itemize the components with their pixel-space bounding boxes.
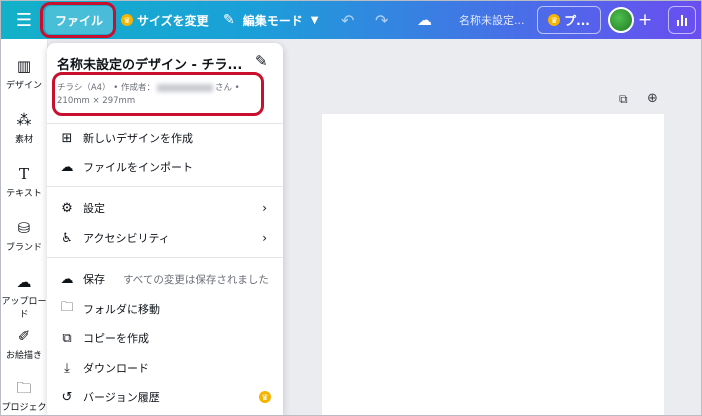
move-folder-item[interactable]: 🗀 フォルダに移動 <box>47 296 283 322</box>
text-icon: T <box>18 165 29 183</box>
cloud-save-icon[interactable]: ☁ <box>417 1 432 39</box>
import-file-item[interactable]: ☁ ファイルをインポート <box>47 154 283 180</box>
gear-icon: ⚙ <box>61 200 73 216</box>
save-item[interactable]: ☁ 保存 すべての変更は保存されました <box>47 266 283 292</box>
move-folder-label: フォルダに移動 <box>83 303 160 316</box>
edit-mode-dropdown[interactable]: ✎ 編集モード ▼ <box>223 1 318 39</box>
copy-icon: ⧉ <box>62 330 72 346</box>
cloud-upload-icon: ☁ <box>60 159 74 175</box>
accessibility-item[interactable]: ♿ アクセシビリティ › <box>47 225 283 251</box>
divider <box>47 123 283 124</box>
editor-window: ☰ ファイル ♛ サイズを変更 ✎ 編集モード ▼ ↶ ↷ ☁ 名称未設定...… <box>0 0 702 416</box>
pro-label: プ... <box>564 13 590 28</box>
resize-label: サイズを変更 <box>137 13 209 28</box>
sidebar-item-elements[interactable]: ⁂ 素材 <box>1 111 47 145</box>
design-page[interactable] <box>322 114 664 415</box>
pro-button[interactable]: ♛ プ... <box>537 6 601 34</box>
accessibility-icon: ♿ <box>61 230 73 246</box>
chevron-right-icon: › <box>262 201 267 215</box>
sidebar-item-label: テキスト <box>6 189 42 199</box>
redo-icon[interactable]: ↷ <box>375 1 388 39</box>
import-file-label: ファイルをインポート <box>83 161 193 174</box>
shapes-icon: ⁂ <box>16 111 32 129</box>
sidebar-item-text[interactable]: T テキスト <box>1 165 47 199</box>
add-page-icon[interactable]: ⊕ <box>647 91 658 106</box>
top-toolbar: ☰ ファイル ♛ サイズを変更 ✎ 編集モード ▼ ↶ ↷ ☁ 名称未設定...… <box>1 1 701 39</box>
download-icon: ⤓ <box>64 360 70 376</box>
folder-icon: 🗀 <box>16 379 32 397</box>
avatar[interactable] <box>608 7 634 33</box>
edit-mode-label: 編集モード <box>242 13 303 28</box>
cloud-upload-icon: ☁ <box>16 273 32 291</box>
sidebar-item-label: 素材 <box>14 135 33 145</box>
cloud-check-icon: ☁ <box>60 271 74 287</box>
version-history-label: バージョン履歴 <box>83 391 160 404</box>
draw-pen-icon: ✐ <box>17 327 31 345</box>
sidebar-item-label: プロジェクト <box>1 403 47 413</box>
divider <box>47 186 283 187</box>
save-label: 保存 <box>83 273 105 286</box>
new-design-label: 新しいデザインを作成 <box>83 132 193 145</box>
file-menu: 名称未設定のデザイン - チラ... ✎ チラシ（A4） • 作成者： さん • … <box>47 43 283 415</box>
sidebar-item-label: お絵描き <box>5 351 42 361</box>
divider <box>47 257 283 258</box>
design-title[interactable]: 名称未設定のデザイン - チラ... <box>57 54 255 73</box>
new-page-plus-icon: ⊞ <box>61 130 73 146</box>
crown-icon: ♛ <box>259 391 271 403</box>
save-status: すべての変更は保存されました <box>123 273 269 286</box>
settings-item[interactable]: ⚙ 設定 › <box>47 195 283 221</box>
sidebar-item-draw[interactable]: ✐ お絵描き <box>1 327 47 361</box>
sidebar-item-label: アップロード <box>1 297 47 320</box>
crown-icon: ♛ <box>121 14 133 26</box>
version-history-item[interactable]: ↺ バージョン履歴 ♛ <box>47 384 283 410</box>
plus-icon[interactable]: + <box>634 9 656 31</box>
duplicate-page-icon[interactable]: ⧉ <box>619 92 628 107</box>
chevron-down-icon: ▼ <box>310 14 319 26</box>
rename-pencil-icon[interactable]: ✎ <box>255 52 268 70</box>
sidebar-item-brand[interactable]: ⛁ ブランド <box>1 219 47 253</box>
sidebar-item-design[interactable]: ▥ デザイン <box>1 57 47 91</box>
brand-icon: ⛁ <box>17 219 31 237</box>
make-copy-label: コピーを作成 <box>83 332 149 345</box>
folder-icon: 🗀 <box>60 300 74 315</box>
layout-icon: ▥ <box>16 57 32 75</box>
left-sidebar: ▥ デザイン ⁂ 素材 T テキスト ⛁ ブランド ☁ アップロード ✐ お絵描… <box>1 39 48 415</box>
new-design-item[interactable]: ⊞ 新しいデザインを作成 <box>47 125 283 151</box>
settings-label: 設定 <box>83 202 105 215</box>
sidebar-item-uploads[interactable]: ☁ アップロード <box>1 273 47 320</box>
undo-icon[interactable]: ↶ <box>341 1 354 39</box>
pencil-icon: ✎ <box>223 12 235 28</box>
hamburger-menu-icon[interactable]: ☰ <box>13 1 35 39</box>
history-icon: ↺ <box>61 389 73 405</box>
highlight-design-meta <box>52 72 264 116</box>
download-label: ダウンロード <box>83 362 149 375</box>
crown-icon: ♛ <box>548 14 561 26</box>
make-copy-item[interactable]: ⧉ コピーを作成 <box>47 325 283 351</box>
document-name[interactable]: 名称未設定... <box>459 1 525 39</box>
accessibility-label: アクセシビリティ <box>83 232 170 245</box>
sidebar-item-label: デザイン <box>5 81 42 91</box>
download-item[interactable]: ⤓ ダウンロード <box>47 355 283 381</box>
insights-bar-chart-icon[interactable] <box>668 6 696 34</box>
highlight-file-button <box>40 2 116 38</box>
sidebar-item-label: ブランド <box>5 243 42 253</box>
sidebar-item-projects[interactable]: 🗀 プロジェクト <box>1 379 47 415</box>
resize-button[interactable]: ♛ サイズを変更 <box>121 1 209 39</box>
chevron-right-icon: › <box>262 231 267 245</box>
